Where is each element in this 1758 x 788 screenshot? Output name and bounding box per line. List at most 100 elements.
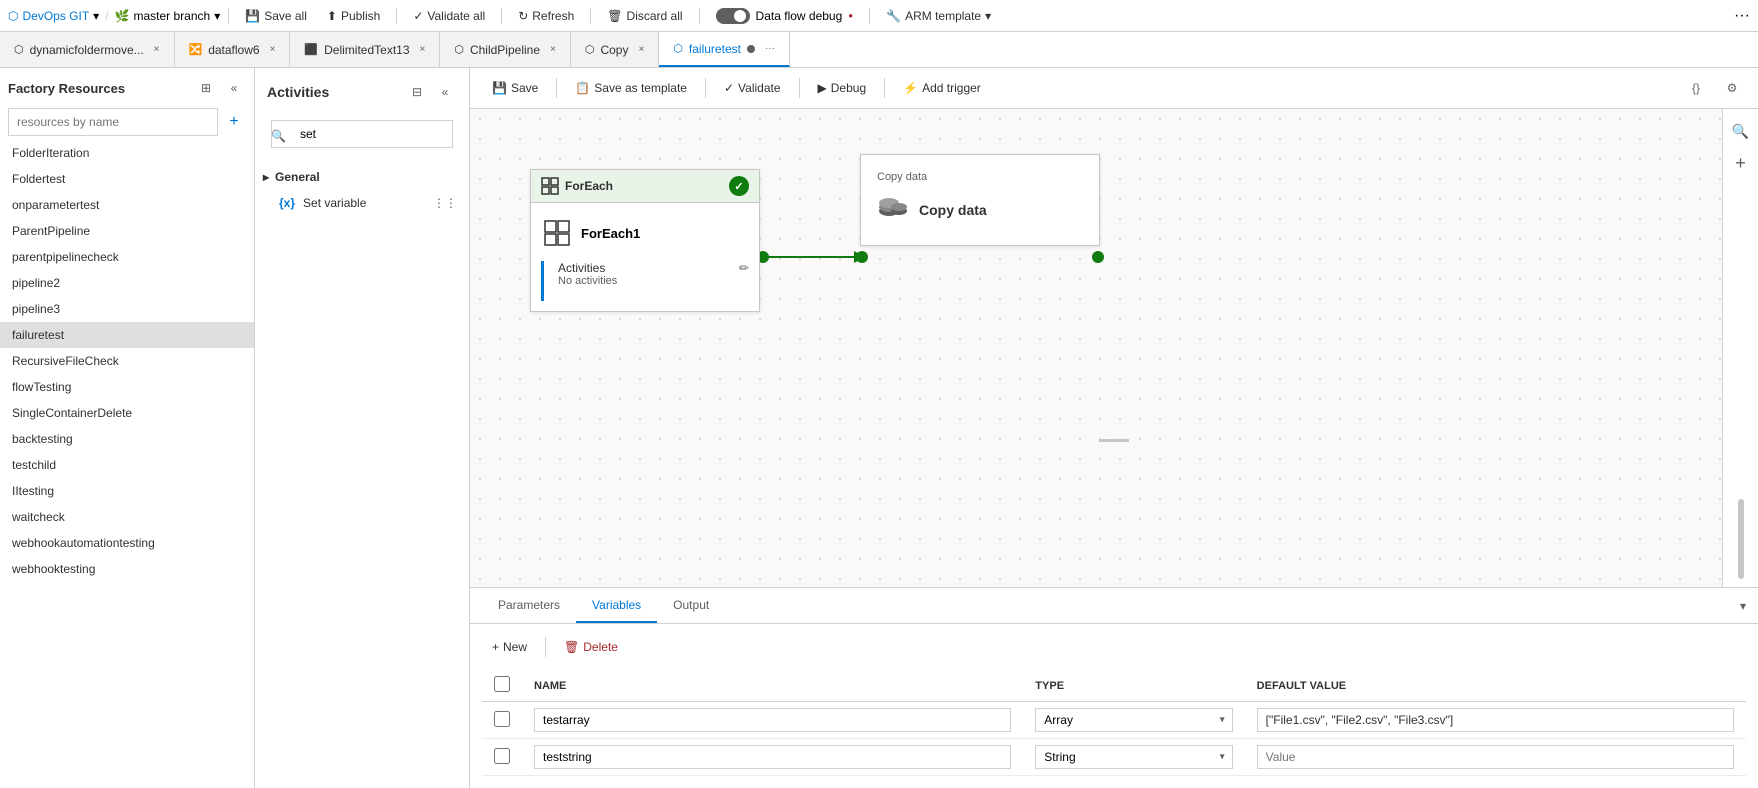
sep3 bbox=[501, 8, 502, 24]
copy-data-body: Copy data bbox=[877, 191, 1083, 229]
sidebar-add-btn[interactable]: + bbox=[222, 110, 246, 134]
canvas-save-icon: 💾 bbox=[492, 81, 507, 95]
canvas-collapse-handle[interactable] bbox=[1099, 439, 1129, 442]
row2-name-input[interactable] bbox=[534, 745, 1011, 769]
row1-type-select[interactable]: Array String Boolean Integer bbox=[1035, 708, 1232, 732]
activities-general-label: General bbox=[275, 170, 320, 184]
sidebar-item-singlecontainerdelete[interactable]: SingleContainerDelete bbox=[0, 400, 254, 426]
tab-label-dataflow6: dataflow6 bbox=[208, 43, 259, 57]
tab-close-dataflow6[interactable]: × bbox=[270, 44, 276, 55]
tab-dynamicfoldermove[interactable]: ⬡ dynamicfoldermove... × bbox=[0, 32, 175, 67]
save-all-btn[interactable]: 💾 Save all bbox=[237, 0, 315, 31]
delete-variable-btn[interactable]: 🗑 Delete bbox=[554, 636, 628, 658]
row1-default-input[interactable] bbox=[1257, 708, 1734, 732]
sidebar-item-webhookautomationtesting[interactable]: webhookautomationtesting bbox=[0, 530, 254, 556]
row2-checkbox[interactable] bbox=[494, 748, 510, 764]
sidebar-filter-btn[interactable]: ⊞ bbox=[194, 76, 218, 100]
sidebar-header-icons: ⊞ « bbox=[194, 76, 246, 100]
sidebar-item-webhooktesting[interactable]: webhooktesting bbox=[0, 556, 254, 582]
tab-childpipeline[interactable]: ⬡ ChildPipeline × bbox=[440, 32, 571, 67]
bottom-panel: Parameters Variables Output ▾ + New bbox=[470, 587, 1758, 788]
tab-close-childpipeline[interactable]: × bbox=[550, 44, 556, 55]
tab-label-failuretest: failuretest bbox=[689, 42, 741, 56]
sidebar-item-testchild[interactable]: testchild bbox=[0, 452, 254, 478]
data-flow-debug-toggle[interactable]: Data flow debug ● bbox=[708, 8, 862, 24]
row1-name-cell bbox=[522, 702, 1023, 739]
more-icon[interactable]: ··· bbox=[1734, 7, 1750, 25]
row2-default-cell bbox=[1245, 739, 1746, 776]
sidebar-item-pipeline2[interactable]: pipeline2 bbox=[0, 270, 254, 296]
canvas-save-btn[interactable]: 💾 Save bbox=[482, 77, 548, 99]
activities-search-input[interactable] bbox=[271, 120, 453, 148]
canvas-save-as-template-btn[interactable]: 📋 Save as template bbox=[565, 77, 697, 99]
sidebar-item-waitcheck[interactable]: waitcheck bbox=[0, 504, 254, 530]
select-all-checkbox[interactable] bbox=[494, 676, 510, 692]
activities-header: Activities ⊟ « bbox=[255, 68, 469, 112]
sidebar-search-input[interactable] bbox=[8, 108, 218, 136]
git-chevron[interactable]: ▾ bbox=[93, 9, 99, 23]
bottom-tab-variables[interactable]: Variables bbox=[576, 588, 657, 623]
sidebar-item-failuretest[interactable]: failuretest bbox=[0, 322, 254, 348]
discard-all-btn[interactable]: 🗑 Discard all bbox=[599, 0, 690, 31]
tab-close-dynamicfoldermove[interactable]: × bbox=[154, 44, 160, 55]
activity-set-variable[interactable]: {x} Set variable ⋮⋮ bbox=[255, 190, 469, 216]
canvas-debug-btn[interactable]: ▶ Debug bbox=[808, 77, 877, 99]
canvas-search-btn[interactable]: 🔍 bbox=[1727, 117, 1755, 145]
publish-btn[interactable]: ⬆ Publish bbox=[319, 0, 388, 31]
variable-row-teststring: Array String Boolean Integer ▾ bbox=[482, 739, 1746, 776]
refresh-btn[interactable]: ↻ Refresh bbox=[510, 0, 582, 31]
action-separator bbox=[545, 637, 546, 657]
bottom-expand-btn[interactable]: ▾ bbox=[1740, 599, 1746, 613]
row1-checkbox[interactable] bbox=[494, 711, 510, 727]
canvas-add-trigger-btn[interactable]: ⚡ Add trigger bbox=[893, 77, 991, 99]
copy-data-node[interactable]: Copy data Copy data bbox=[860, 154, 1100, 246]
tab-failuretest[interactable]: ⬡ failuretest ··· bbox=[659, 32, 790, 67]
activities-collapse-btn2[interactable]: « bbox=[433, 80, 457, 104]
row2-name-cell bbox=[522, 739, 1023, 776]
canvas-right-area: 💾 Save 📋 Save as template ✓ Validate ▶ D… bbox=[470, 68, 1758, 788]
canvas-debug-label: Debug bbox=[831, 81, 866, 95]
foreach-edit-icon[interactable]: ✏ bbox=[739, 261, 749, 301]
tab-close-delimitedtext13[interactable]: × bbox=[420, 44, 426, 55]
sidebar-item-backtesting[interactable]: backtesting bbox=[0, 426, 254, 452]
sidebar-item-foldertest[interactable]: Foldertest bbox=[0, 166, 254, 192]
row2-type-select[interactable]: Array String Boolean Integer bbox=[1035, 745, 1232, 769]
publish-icon: ⬆ bbox=[327, 9, 337, 23]
sidebar-item-onparametertest[interactable]: onparametertest bbox=[0, 192, 254, 218]
tab-copy[interactable]: ⬡ Copy × bbox=[571, 32, 659, 67]
branch-chevron[interactable]: ▾ bbox=[214, 9, 220, 23]
tab-dataflow6[interactable]: 🔀 dataflow6 × bbox=[175, 32, 291, 67]
sidebar-item-parentpipeline[interactable]: ParentPipeline bbox=[0, 218, 254, 244]
canvas-code-btn[interactable]: {} bbox=[1682, 74, 1710, 102]
sidebar-item-recursivefilecheck[interactable]: RecursiveFileCheck bbox=[0, 348, 254, 374]
tab-close-copy[interactable]: × bbox=[638, 44, 644, 55]
validate-all-btn[interactable]: ✓ Validate all bbox=[405, 0, 493, 31]
canvas-scrollbar[interactable] bbox=[1738, 499, 1744, 579]
sidebar-item-folderiteration[interactable]: FolderIteration bbox=[0, 140, 254, 166]
foreach-node[interactable]: ForEach ✓ ForE bbox=[530, 169, 760, 312]
sidebar-item-pipeline3[interactable]: pipeline3 bbox=[0, 296, 254, 322]
row1-type-select-wrap: Array String Boolean Integer ▾ bbox=[1035, 708, 1232, 732]
canvas-add-btn[interactable]: + bbox=[1727, 149, 1755, 177]
bottom-tab-output[interactable]: Output bbox=[657, 588, 725, 623]
tab-delimitedtext13[interactable]: ⬛ DelimitedText13 × bbox=[290, 32, 440, 67]
activities-general-header[interactable]: ▸ General bbox=[255, 164, 469, 190]
bottom-tab-parameters[interactable]: Parameters bbox=[482, 588, 576, 623]
canvas-debug-icon: ▶ bbox=[818, 81, 827, 95]
sidebar-item-flowtesting[interactable]: flowTesting bbox=[0, 374, 254, 400]
activities-title: Activities bbox=[267, 84, 329, 100]
sidebar-collapse-btn[interactable]: « bbox=[222, 76, 246, 100]
arm-template-btn[interactable]: 🔧 ARM template ▾ bbox=[878, 0, 999, 31]
row2-default-input[interactable] bbox=[1257, 745, 1734, 769]
canvas-settings-btn[interactable]: ⚙ bbox=[1718, 74, 1746, 102]
new-variable-btn[interactable]: + New bbox=[482, 636, 537, 658]
tab-more-failuretest[interactable]: ··· bbox=[765, 43, 775, 54]
set-variable-more[interactable]: ⋮⋮ bbox=[433, 196, 457, 210]
toggle-switch[interactable] bbox=[716, 8, 750, 24]
canvas[interactable]: ForEach ✓ ForE bbox=[470, 109, 1758, 587]
sidebar-item-iitesting[interactable]: IItesting bbox=[0, 478, 254, 504]
row1-name-input[interactable] bbox=[534, 708, 1011, 732]
activities-collapse-btn1[interactable]: ⊟ bbox=[405, 80, 429, 104]
sidebar-item-parentpipelinecheck[interactable]: parentpipelinecheck bbox=[0, 244, 254, 270]
canvas-validate-btn[interactable]: ✓ Validate bbox=[714, 77, 791, 99]
